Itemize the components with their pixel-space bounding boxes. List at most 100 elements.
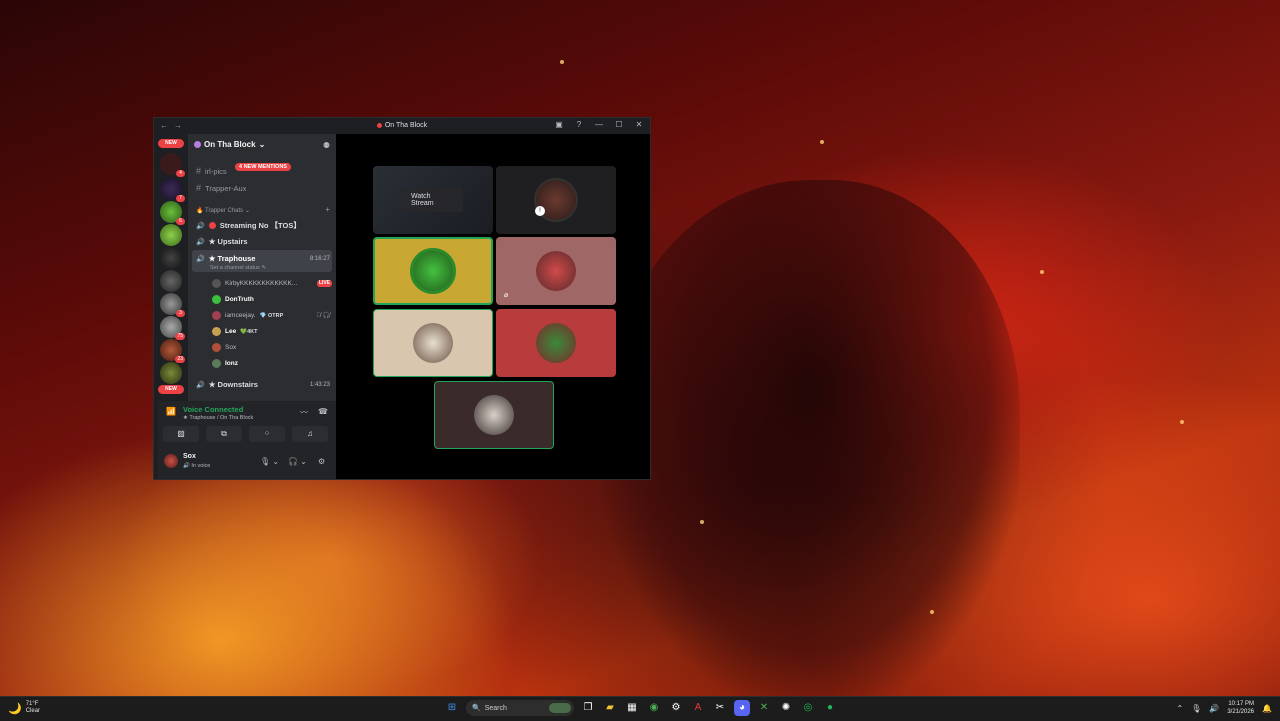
system-tray: ⌃ 🎙 🔊 10:17 PM 3/21/2026 🔔	[1177, 700, 1273, 716]
server-icon[interactable]: 7	[160, 178, 185, 202]
inbox-icon[interactable]: ▣	[554, 120, 564, 129]
file-explorer-icon[interactable]: ▰	[602, 700, 618, 716]
voice-connected-title[interactable]: Voice Connected	[183, 405, 243, 414]
server-icon[interactable]: 6	[160, 201, 185, 225]
spotify-icon[interactable]: ◎	[800, 700, 816, 716]
server-logo-icon	[194, 141, 201, 148]
voice-member[interactable]: Sox	[212, 343, 236, 352]
signal-icon[interactable]: 📶	[166, 407, 176, 416]
speaker-icon: 🔊	[196, 238, 205, 246]
voice-member[interactable]: iamceejay. 💎 OTRP	[212, 311, 283, 320]
channel-downstairs[interactable]: 🔊 ★ Downstairs	[196, 380, 258, 389]
voice-member[interactable]: Ionz	[212, 359, 238, 368]
server-icon[interactable]	[160, 247, 182, 269]
server-icon[interactable]	[160, 362, 182, 384]
participant-tile[interactable]	[373, 309, 493, 377]
avatar	[413, 323, 453, 363]
server-header[interactable]: On Tha Block ⌄	[194, 140, 265, 149]
discord-icon[interactable]: ◕	[734, 700, 750, 716]
voice-member[interactable]: DonTruth	[212, 295, 254, 304]
channel-timer: 1:43:23	[309, 382, 330, 388]
close-icon[interactable]: ✕	[634, 120, 644, 129]
notification-bell-icon[interactable]: 🔔	[1262, 704, 1272, 713]
wallpaper-spark	[1180, 420, 1184, 424]
voice-location[interactable]: ★ Traphouse / On Tha Block	[183, 415, 253, 421]
disconnect-icon[interactable]: ☎	[318, 407, 328, 416]
member-name: Sox	[225, 344, 237, 351]
channel-label: ★ Downstairs	[208, 380, 258, 389]
discord-window: ← → On Tha Block ▣ ? — ☐ ✕ NEW 4 7 6 3 7…	[153, 117, 651, 480]
server-icon[interactable]: 3	[160, 293, 185, 317]
activities-button[interactable]: ⁘	[249, 426, 285, 442]
volume-icon[interactable]: 🔊	[1209, 704, 1219, 713]
channel-upstairs[interactable]: 🔊 ★ Upstairs	[196, 237, 248, 246]
soundboard-button[interactable]: ♫	[292, 426, 328, 442]
participant-tile[interactable]	[496, 309, 616, 377]
channel-streaming[interactable]: 🔊 Streaming No 【TOS】	[196, 220, 301, 231]
store-icon[interactable]: ▦	[624, 700, 640, 716]
user-name[interactable]: Sox	[183, 453, 196, 460]
channel-irl-pics[interactable]: # irl-pics	[196, 166, 227, 176]
mic-icon[interactable]: 🎙	[1191, 704, 1201, 713]
screenshare-button[interactable]: ⧉	[206, 426, 242, 442]
chrome-icon[interactable]: ◉	[646, 700, 662, 716]
server-badge: 23	[175, 356, 185, 363]
clock[interactable]: 10:17 PM 3/21/2026	[1227, 700, 1254, 716]
ai-app-icon[interactable]: ✺	[778, 700, 794, 716]
stream-tile[interactable]: Watch Stream	[373, 166, 493, 234]
noise-suppression-icon[interactable]: 〰	[300, 407, 308, 418]
maximize-icon[interactable]: ☐	[614, 120, 624, 129]
server-icon[interactable]: 23	[160, 339, 185, 363]
avatar	[410, 248, 456, 294]
server-dot-icon	[208, 222, 216, 229]
participant-tile[interactable]: !	[496, 166, 616, 234]
add-channel-icon[interactable]: +	[325, 205, 330, 214]
live-badge: LIVE	[316, 280, 332, 287]
category-trapper-chats[interactable]: 🔥 Trapper Chats ⌄	[196, 207, 250, 214]
set-channel-status[interactable]: Set a channel status ✎	[210, 265, 266, 271]
search-highlight-icon	[549, 703, 571, 713]
voice-member[interactable]: Lee 💚4KT	[212, 327, 257, 336]
weather-widget[interactable]: 🌙 71°F Clear	[8, 701, 40, 715]
watch-stream-button[interactable]: Watch Stream	[403, 188, 463, 212]
muted-deafened-icon: 🎙̸ 🎧̸	[316, 313, 330, 319]
windows-start-icon[interactable]: ⊞	[444, 700, 460, 716]
wallpaper-figure	[600, 180, 1020, 700]
steam-icon[interactable]: ⚙	[668, 700, 684, 716]
app-icon[interactable]: ●	[822, 700, 838, 716]
new-pill-bottom[interactable]: NEW	[158, 385, 184, 394]
new-mentions-pill[interactable]: 4 NEW MENTIONS	[235, 163, 291, 171]
soundboard-icon: ♫	[307, 429, 313, 438]
avatar[interactable]	[164, 454, 178, 468]
chevron-up-icon[interactable]: ⌃	[1177, 704, 1184, 713]
excel-icon[interactable]: ✕	[756, 700, 772, 716]
participant-tile[interactable]: ⌀	[496, 237, 616, 305]
taskbar-search[interactable]: 🔍 Search	[466, 700, 574, 716]
capcut-icon[interactable]: ✂	[712, 700, 728, 716]
participant-tile-speaking[interactable]	[373, 237, 493, 305]
server-icon[interactable]: 4	[160, 153, 185, 177]
minimize-icon[interactable]: —	[594, 120, 604, 129]
channel-trapper-aux[interactable]: # Trapper-Aux	[196, 183, 246, 193]
camera-button[interactable]: ▨	[163, 426, 199, 442]
channel-timer: 8:16:27	[309, 256, 330, 262]
server-icon[interactable]: 75	[160, 316, 185, 340]
new-pill-top[interactable]: NEW	[158, 139, 184, 148]
avatar	[212, 311, 221, 320]
headphones-icon[interactable]: 🎧 ⌄	[288, 457, 307, 466]
gear-icon[interactable]: ⚙	[318, 457, 325, 466]
mic-icon[interactable]: 🎙 ⌄	[260, 457, 279, 466]
time-text: 10:17 PM	[1228, 701, 1255, 707]
speaker-icon: 🔊	[196, 381, 205, 389]
adobe-icon[interactable]: A	[690, 700, 706, 716]
server-icon[interactable]	[160, 224, 182, 246]
add-member-icon[interactable]: ⚉	[323, 141, 330, 150]
task-view-icon[interactable]: ❐	[580, 700, 596, 716]
channel-traphouse[interactable]: 🔊 ★ Traphouse	[196, 254, 255, 263]
server-icon[interactable]	[160, 270, 182, 292]
participant-tile[interactable]	[434, 381, 554, 449]
help-icon[interactable]: ?	[574, 120, 584, 129]
screenshare-icon: ⧉	[221, 429, 227, 438]
voice-member[interactable]: KirbyKKKKKKKKKKKK...	[212, 279, 297, 288]
chevron-down-icon: ⌄	[258, 140, 266, 149]
